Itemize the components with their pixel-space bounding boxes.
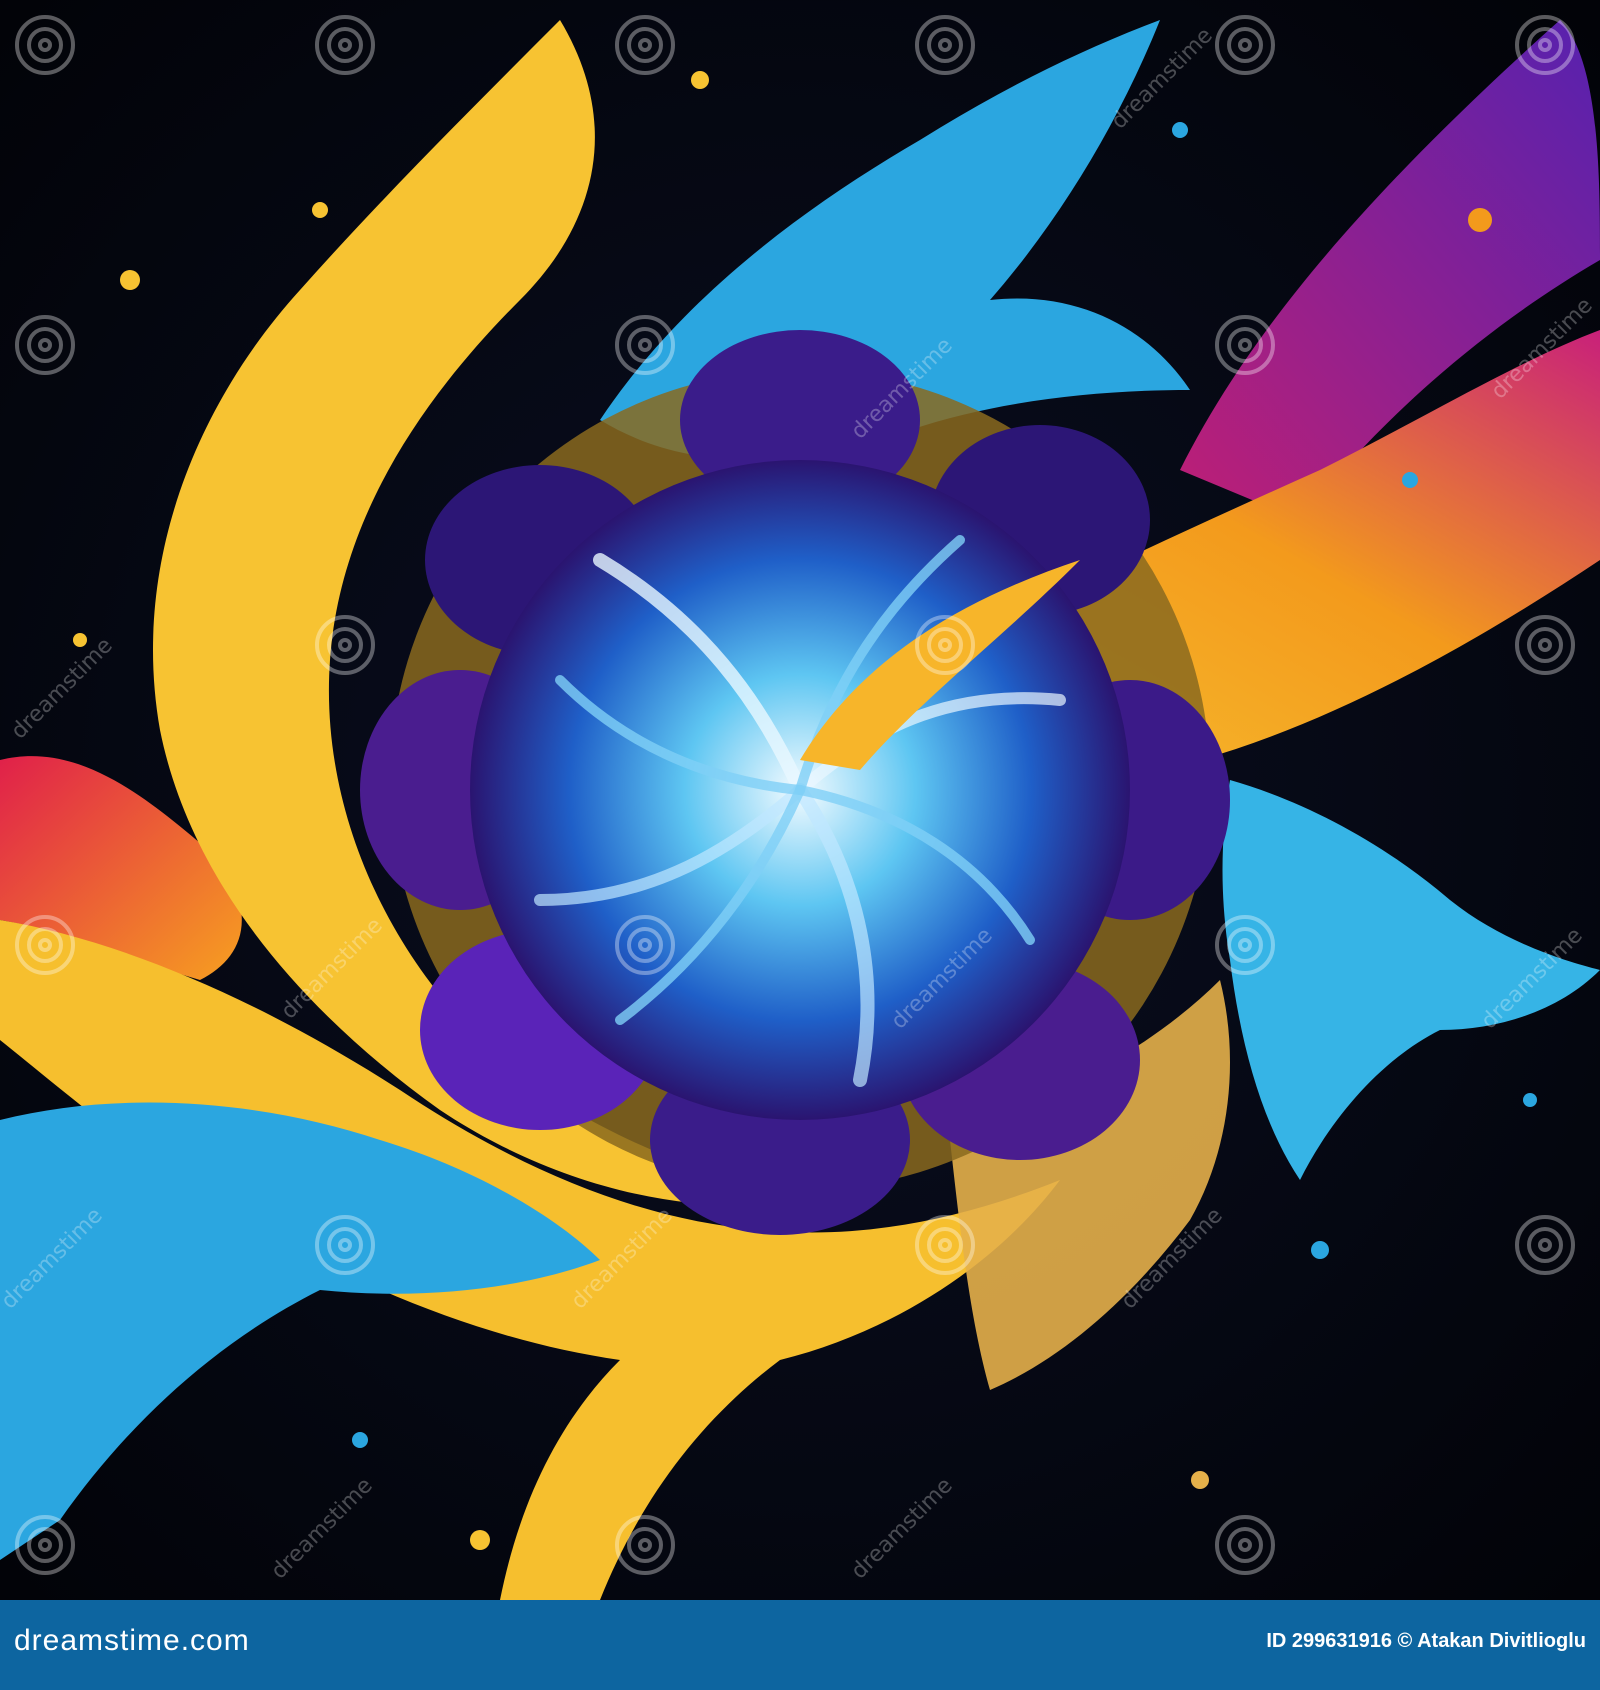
artwork-svg: dreamstime dreamstime dreamstime dreamst… bbox=[0, 0, 1600, 1600]
dreamstime-logo-text[interactable]: dreamstime.com bbox=[14, 1624, 250, 1658]
stock-image-page: dreamstime dreamstime dreamstime dreamst… bbox=[0, 0, 1600, 1690]
image-id-credit: ID 299631916 © Atakan Divitlioglu bbox=[1266, 1630, 1586, 1652]
stock-footer-bar: dreamstime.com ID 299631916 © Atakan Div… bbox=[0, 1600, 1600, 1690]
paint-splash-artwork: dreamstime dreamstime dreamstime dreamst… bbox=[0, 0, 1600, 1600]
